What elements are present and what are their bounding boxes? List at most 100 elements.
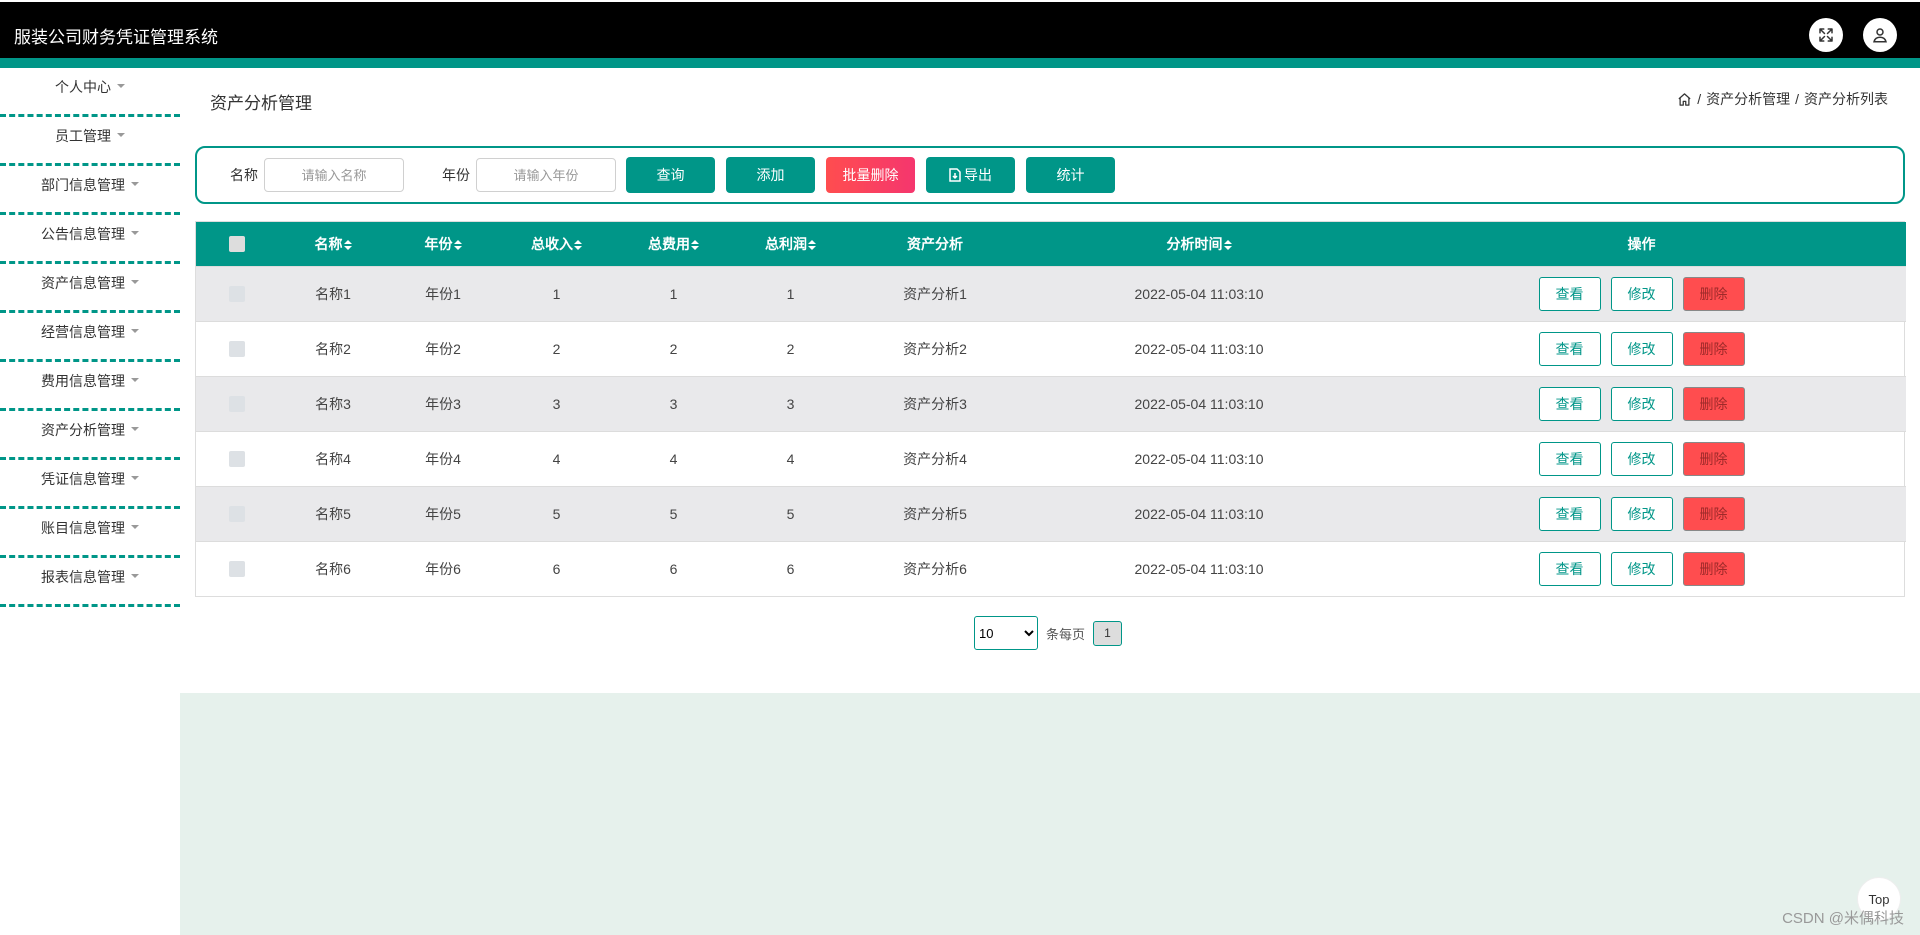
- caret-down-icon: [131, 181, 139, 186]
- batch-delete-button[interactable]: 批量删除: [826, 157, 915, 193]
- breadcrumb-item: 资产分析列表: [1804, 91, 1888, 107]
- cell-name: 名称5: [315, 505, 351, 522]
- column-header-cost[interactable]: 总费用: [615, 222, 732, 266]
- pagination: 10 条每页 1: [974, 616, 1123, 650]
- view-button[interactable]: 查看: [1538, 441, 1601, 476]
- column-header-year[interactable]: 年份: [388, 222, 498, 266]
- sidebar-item-label: 资产分析管理: [41, 422, 125, 438]
- caret-down-icon: [131, 328, 139, 333]
- column-header-income[interactable]: 总收入: [498, 222, 615, 266]
- select-all-header: [196, 222, 278, 266]
- cell-year: 年份4: [425, 450, 461, 467]
- delete-button[interactable]: 删除: [1682, 276, 1745, 311]
- cell-profit: 2: [786, 340, 795, 357]
- column-header-name[interactable]: 名称: [278, 222, 388, 266]
- column-header-time[interactable]: 分析时间: [1021, 222, 1377, 266]
- sidebar-item-reports[interactable]: 报表信息管理: [0, 558, 180, 607]
- row-checkbox[interactable]: [229, 341, 245, 358]
- home-icon[interactable]: [1677, 92, 1692, 107]
- row-checkbox[interactable]: [229, 396, 245, 413]
- table-row: 名称1 年份1 1 1 1 资产分析1 2022-05-04 11:03:10 …: [196, 266, 1906, 321]
- delete-button[interactable]: 删除: [1682, 441, 1745, 476]
- query-button[interactable]: 查询: [626, 157, 715, 193]
- cell-analysis: 资产分析2: [903, 340, 967, 357]
- cell-profit: 1: [786, 285, 795, 302]
- cell-cost: 6: [669, 560, 678, 577]
- user-menu-button[interactable]: [1863, 18, 1897, 52]
- cell-cost: 3: [669, 395, 678, 412]
- cell-cost: 5: [669, 505, 678, 522]
- column-header-actions: 操作: [1627, 235, 1656, 252]
- cell-name: 名称2: [315, 340, 351, 357]
- sort-icon: [574, 240, 582, 251]
- edit-button[interactable]: 修改: [1610, 331, 1673, 366]
- edit-button[interactable]: 修改: [1610, 441, 1673, 476]
- cell-time: 2022-05-04 11:03:10: [1134, 340, 1264, 357]
- cell-profit: 4: [786, 450, 795, 467]
- table-row: 名称6 年份6 6 6 6 资产分析6 2022-05-04 11:03:10 …: [196, 541, 1906, 596]
- cell-time: 2022-05-04 11:03:10: [1134, 560, 1264, 577]
- row-checkbox[interactable]: [229, 506, 245, 523]
- cell-year: 年份3: [425, 395, 461, 412]
- table-row: 名称4 年份4 4 4 4 资产分析4 2022-05-04 11:03:10 …: [196, 431, 1906, 486]
- sidebar-item-assets[interactable]: 资产信息管理: [0, 264, 180, 313]
- cell-analysis: 资产分析6: [903, 560, 967, 577]
- view-button[interactable]: 查看: [1538, 386, 1601, 421]
- column-header-profit[interactable]: 总利润: [732, 222, 849, 266]
- stats-button[interactable]: 统计: [1026, 157, 1115, 193]
- view-button[interactable]: 查看: [1538, 496, 1601, 531]
- sidebar-item-departments[interactable]: 部门信息管理: [0, 166, 180, 215]
- sidebar-item-profile[interactable]: 个人中心: [0, 68, 180, 117]
- cell-time: 2022-05-04 11:03:10: [1134, 285, 1264, 302]
- year-search-input[interactable]: [476, 158, 616, 192]
- watermark: CSDN @米偶科技: [1782, 910, 1904, 927]
- sidebar-item-vouchers[interactable]: 凭证信息管理: [0, 460, 180, 509]
- page-number-button[interactable]: 1: [1093, 620, 1123, 646]
- delete-button[interactable]: 删除: [1682, 551, 1745, 586]
- view-button[interactable]: 查看: [1538, 551, 1601, 586]
- cell-profit: 3: [786, 395, 795, 412]
- row-checkbox[interactable]: [229, 561, 245, 578]
- sidebar-item-accounts[interactable]: 账目信息管理: [0, 509, 180, 558]
- sidebar-item-announcements[interactable]: 公告信息管理: [0, 215, 180, 264]
- caret-down-icon: [131, 279, 139, 284]
- name-search-input[interactable]: [264, 158, 404, 192]
- cell-year: 年份5: [425, 505, 461, 522]
- view-button[interactable]: 查看: [1538, 276, 1601, 311]
- export-button-label: 导出: [964, 167, 992, 183]
- app-title: 服装公司财务凭证管理系统: [14, 28, 218, 47]
- delete-button[interactable]: 删除: [1682, 331, 1745, 366]
- cell-profit: 6: [786, 560, 795, 577]
- delete-button[interactable]: 删除: [1682, 496, 1745, 531]
- edit-button[interactable]: 修改: [1610, 276, 1673, 311]
- sidebar-item-operations[interactable]: 经营信息管理: [0, 313, 180, 362]
- table-row: 名称5 年份5 5 5 5 资产分析5 2022-05-04 11:03:10 …: [196, 486, 1906, 541]
- cell-name: 名称1: [315, 285, 351, 302]
- select-all-checkbox[interactable]: [229, 236, 245, 253]
- name-label: 名称: [230, 167, 258, 183]
- sort-icon: [1223, 240, 1232, 251]
- fullscreen-button[interactable]: [1809, 18, 1843, 52]
- sort-icon: [343, 240, 352, 251]
- export-button[interactable]: 导出: [926, 157, 1015, 193]
- cell-income: 3: [552, 395, 561, 412]
- cell-income: 2: [552, 340, 561, 357]
- row-checkbox[interactable]: [229, 286, 245, 303]
- edit-button[interactable]: 修改: [1610, 496, 1673, 531]
- edit-button[interactable]: 修改: [1610, 386, 1673, 421]
- breadcrumb-item[interactable]: 资产分析管理: [1706, 89, 1790, 109]
- edit-button[interactable]: 修改: [1610, 551, 1673, 586]
- add-button[interactable]: 添加: [726, 157, 815, 193]
- view-button[interactable]: 查看: [1538, 331, 1601, 366]
- sidebar-item-employees[interactable]: 员工管理: [0, 117, 180, 166]
- sidebar-item-expenses[interactable]: 费用信息管理: [0, 362, 180, 411]
- cell-year: 年份1: [425, 285, 461, 302]
- row-checkbox[interactable]: [229, 451, 245, 468]
- cell-income: 5: [552, 505, 561, 522]
- cell-cost: 1: [669, 285, 678, 302]
- table-row: 名称3 年份3 3 3 3 资产分析3 2022-05-04 11:03:10 …: [196, 376, 1906, 431]
- page-size-select[interactable]: 10: [974, 616, 1038, 650]
- delete-button[interactable]: 删除: [1682, 386, 1745, 421]
- sidebar-item-asset-analysis[interactable]: 资产分析管理: [0, 411, 180, 460]
- cell-name: 名称4: [315, 450, 351, 467]
